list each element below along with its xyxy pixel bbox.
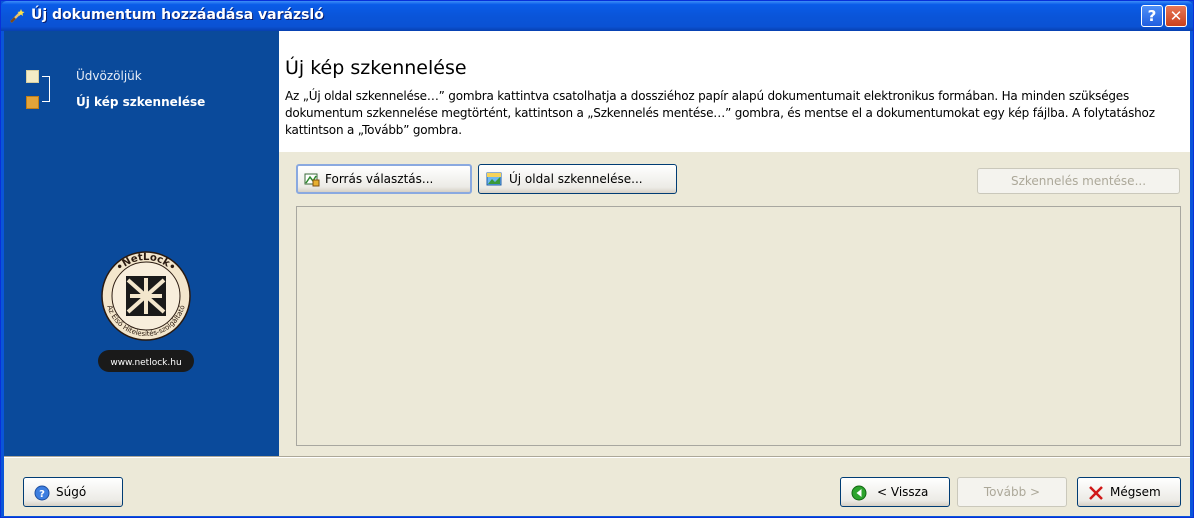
- scan-page-icon: [486, 172, 502, 186]
- logo-url: www.netlock.hu: [110, 358, 181, 368]
- title-close-button[interactable]: ✕: [1165, 5, 1187, 27]
- step-current-marker-icon: [26, 96, 39, 109]
- back-arrow-icon: [851, 485, 867, 501]
- netlock-logo: •NetLock• Az Első Hitelesítés-szolgáltat…: [98, 251, 194, 372]
- magic-wand-icon: [10, 9, 25, 23]
- scan-preview-area: [296, 206, 1181, 446]
- next-label: Tovább >: [983, 485, 1041, 499]
- dialog-client: Üdvözöljük Új kép szkennelése •NetLock• …: [4, 31, 1190, 516]
- step-connector: [42, 76, 50, 102]
- wizard-main: Új kép szkennelése Az „Új oldal szkennel…: [279, 31, 1190, 456]
- next-button[interactable]: Tovább >: [957, 477, 1067, 507]
- help-label: Súgó: [56, 485, 87, 499]
- wizard-window: Új dokumentum hozzáadása varázsló ? ✕ Üd…: [0, 0, 1194, 518]
- scan-new-page-button[interactable]: Új oldal szkennelése...: [478, 164, 677, 194]
- step-done-marker-icon: [26, 70, 39, 83]
- scan-new-page-label: Új oldal szkennelése...: [509, 172, 643, 186]
- close-x-icon: ✕: [1169, 7, 1183, 25]
- source-select-label: Forrás választás...: [325, 172, 434, 186]
- cancel-label: Mégsem: [1110, 485, 1161, 499]
- title-help-button[interactable]: ?: [1141, 5, 1163, 27]
- page-header: Új kép szkennelése Az „Új oldal szkennel…: [279, 31, 1190, 152]
- wizard-sidebar: Üdvözöljük Új kép szkennelése •NetLock• …: [4, 31, 279, 456]
- scanner-source-icon: [304, 173, 320, 187]
- cancel-button[interactable]: Mégsem: [1077, 477, 1181, 507]
- help-icon: ?: [34, 485, 50, 501]
- page-description: Az „Új oldal szkennelése…” gombra kattin…: [285, 89, 1155, 137]
- window-title: Új dokumentum hozzáadása varázsló: [31, 7, 324, 23]
- page-title: Új kép szkennelése: [285, 57, 467, 79]
- title-bar[interactable]: Új dokumentum hozzáadása varázsló ? ✕: [1, 1, 1193, 31]
- footer-divider: [4, 456, 1190, 458]
- help-question-icon: ?: [1147, 7, 1157, 25]
- back-button[interactable]: < Vissza: [840, 477, 950, 507]
- step-label: Új kép szkennelése: [76, 95, 206, 109]
- source-select-button[interactable]: Forrás választás...: [296, 164, 472, 194]
- cancel-x-icon: [1089, 486, 1103, 500]
- back-label: < Vissza: [877, 485, 929, 499]
- help-button[interactable]: ? Súgó: [23, 477, 123, 507]
- svg-text:?: ?: [39, 489, 45, 500]
- save-scan-label: Szkennelés mentése...: [1010, 174, 1147, 188]
- step-label: Üdvözöljük: [76, 69, 142, 83]
- save-scan-button[interactable]: Szkennelés mentése...: [977, 168, 1180, 194]
